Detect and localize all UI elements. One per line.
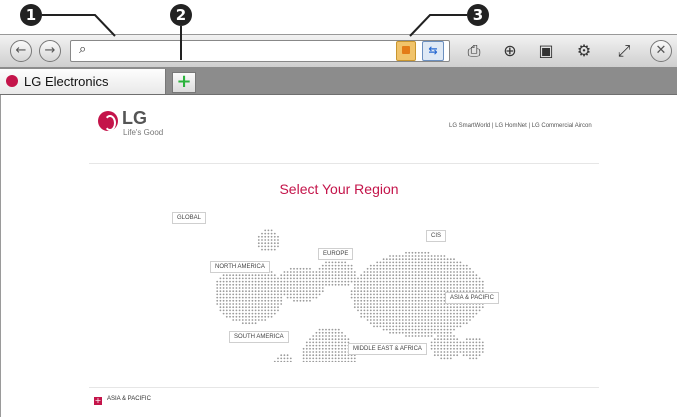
browser-toolbar: ← → ⌕ ⇆ ⎙ ⊕ ▣ ⚙ ⤢ ✕ xyxy=(0,34,677,68)
globe-settings-icon: ⚙ xyxy=(576,41,592,60)
sync-button[interactable]: ⇆ xyxy=(422,41,444,61)
bookmark-button[interactable] xyxy=(396,41,416,61)
region-global[interactable]: GLOBAL xyxy=(172,212,207,224)
divider xyxy=(89,387,599,388)
fullscreen-icon: ⤢ xyxy=(617,41,631,60)
tagline: Life's Good xyxy=(123,128,164,137)
zoom-in-button[interactable]: ⊕ xyxy=(498,40,522,62)
new-tab-button[interactable]: + xyxy=(172,72,196,93)
tab-title: LG Electronics xyxy=(24,74,109,89)
leader-1 xyxy=(42,14,116,37)
leader-3 xyxy=(409,14,467,37)
region-north-america[interactable]: NORTH AMERICA xyxy=(210,261,270,273)
microphone-icon: ⎙ xyxy=(467,41,481,60)
forward-button[interactable]: → xyxy=(39,40,61,62)
region-cis[interactable]: CIS xyxy=(426,230,447,242)
close-button[interactable]: ✕ xyxy=(650,40,672,62)
tab-lg-electronics[interactable]: LG Electronics xyxy=(0,69,166,94)
plus-icon: + xyxy=(176,71,192,92)
tab-bar: LG Electronics + xyxy=(0,67,677,95)
divider xyxy=(89,163,599,164)
url-input[interactable]: ⌕ xyxy=(70,40,450,62)
lg-logo-icon[interactable] xyxy=(98,111,118,131)
microphone-button[interactable]: ⎙ xyxy=(462,40,486,62)
region-middle-east-africa[interactable]: MIDDLE EAST & AFRICA xyxy=(348,343,427,355)
zoom-in-icon: ⊕ xyxy=(503,41,517,60)
globe-settings-button[interactable]: ⚙ xyxy=(572,40,596,62)
lg-favicon-icon xyxy=(6,75,18,87)
top-links[interactable]: LG SmartWorld | LG HomNet | LG Commercia… xyxy=(449,123,592,129)
tv-button[interactable]: ▣ xyxy=(534,40,558,62)
lg-logo-text[interactable]: LG xyxy=(122,108,147,129)
forward-icon: → xyxy=(44,43,56,58)
fullscreen-button[interactable]: ⤢ xyxy=(612,40,636,62)
back-button[interactable]: ← xyxy=(10,40,32,62)
region-south-america[interactable]: SOUTH AMERICA xyxy=(229,331,289,343)
tv-icon: ▣ xyxy=(538,41,554,60)
callout-3: 3 xyxy=(467,4,489,26)
web-page: LG Life's Good LG SmartWorld | LG HomNet… xyxy=(1,95,677,417)
region-list-item[interactable]: ASIA & PACIFIC xyxy=(107,396,151,402)
region-europe[interactable]: EUROPE xyxy=(318,248,354,260)
sync-icon: ⇆ xyxy=(428,44,438,57)
back-icon: ← xyxy=(15,43,27,58)
callout-1: 1 xyxy=(20,4,42,26)
close-icon: ✕ xyxy=(655,43,667,58)
bookmark-icon xyxy=(402,46,410,54)
callout-2: 2 xyxy=(170,4,192,26)
region-asia-pacific[interactable]: ASIA & PACIFIC xyxy=(445,292,499,304)
page-heading: Select Your Region xyxy=(279,181,399,197)
search-icon: ⌕ xyxy=(79,42,87,57)
expand-icon[interactable]: + xyxy=(94,397,102,405)
